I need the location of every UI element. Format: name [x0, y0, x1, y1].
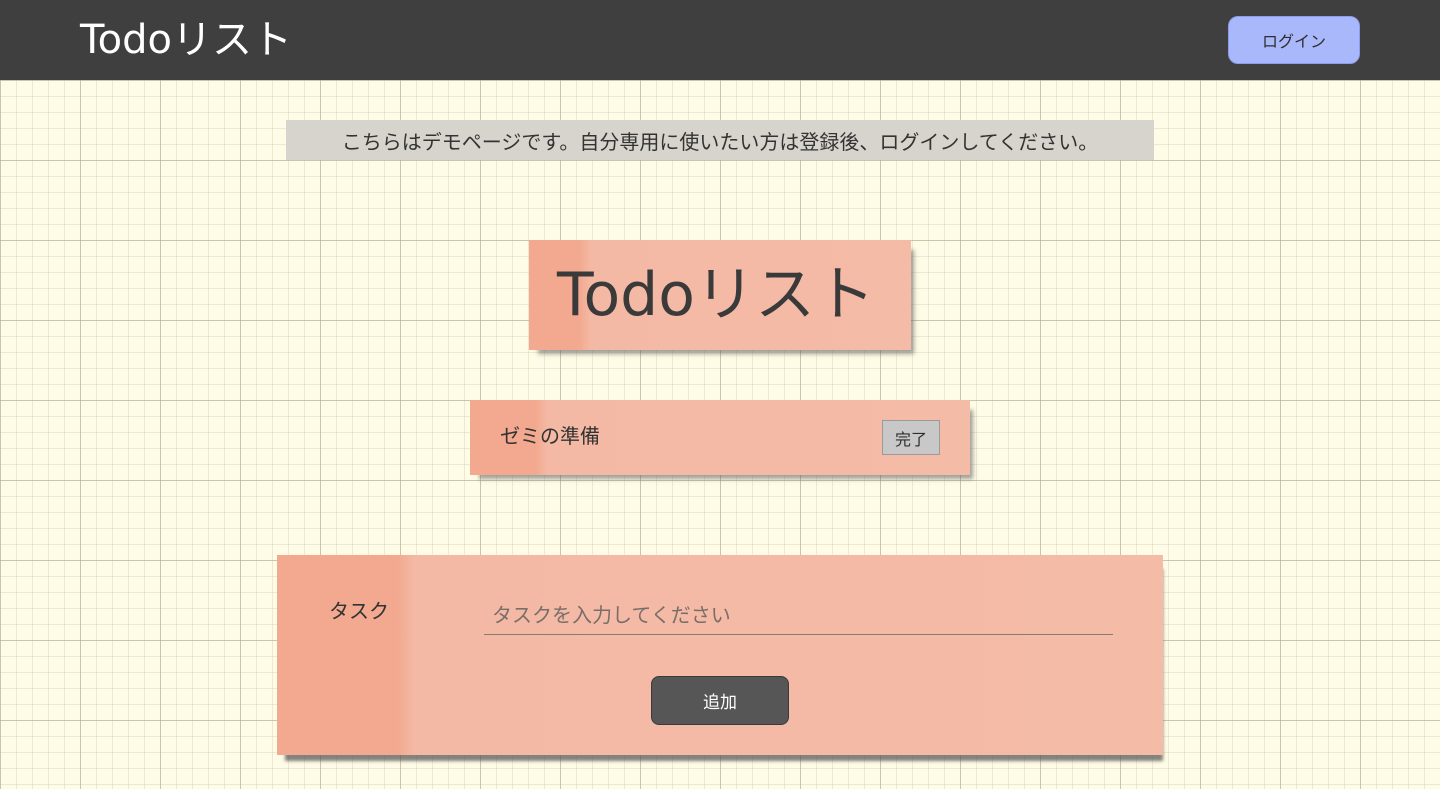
task-item-text: ゼミの準備	[500, 424, 600, 448]
page-title-card: Todoリスト	[529, 240, 911, 350]
demo-notice: こちらはデモページです。自分専用に使いたい方は登録後、ログインしてください。	[286, 120, 1154, 160]
header-bar: Todoリスト ログイン	[0, 0, 1440, 80]
task-label: タスク	[329, 599, 389, 623]
login-button[interactable]: ログイン	[1228, 16, 1360, 64]
add-button[interactable]: 追加	[651, 676, 789, 725]
task-input[interactable]	[484, 595, 1113, 635]
add-task-form: タスク 追加	[277, 555, 1163, 755]
page-title: Todoリスト	[557, 260, 875, 330]
task-item: ゼミの準備 完了	[470, 400, 970, 475]
app-title: Todoリスト	[80, 17, 292, 63]
complete-button[interactable]: 完了	[882, 420, 940, 455]
